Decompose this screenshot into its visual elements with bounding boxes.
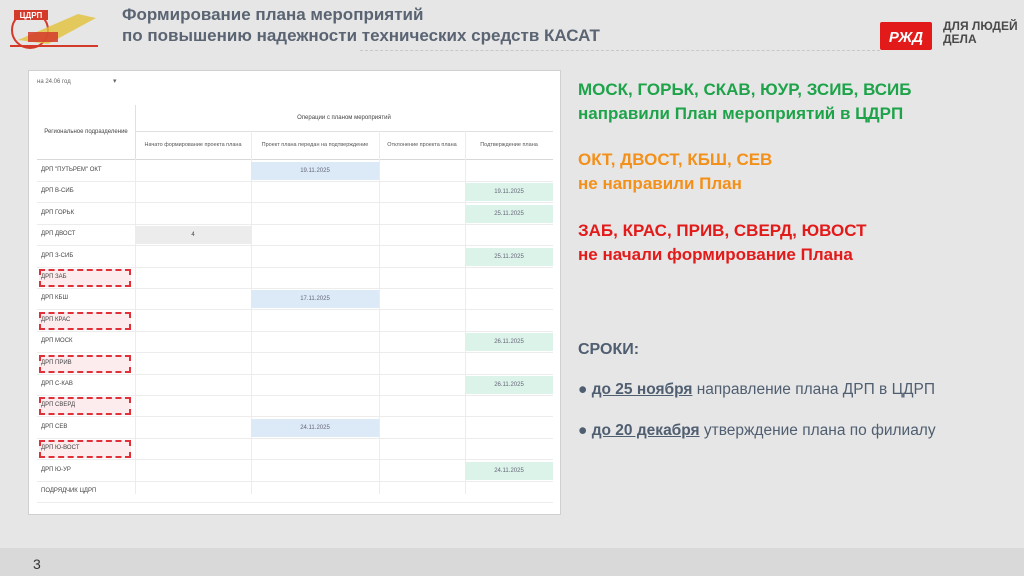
region-name: ДРП ПРИВ	[41, 359, 72, 366]
page-number: 3	[33, 556, 41, 572]
status-not-started: ЗАБ, КРАС, ПРИВ, СВЕРД, ЮВОСТ не начали …	[578, 219, 866, 267]
header-submitted: Проект плана передан на подтверждение	[251, 131, 380, 159]
region-name: ДРП З-СИБ	[41, 252, 74, 259]
table-row: ДРП СЕВ 24.11.2025	[37, 417, 553, 439]
deadline-date: до 25 ноября	[591, 381, 693, 398]
table-row: ДРП С-КАВ 26.11.2025	[37, 374, 553, 396]
brand-slogan-line-2: ДЕЛА	[943, 32, 977, 46]
deadlines-title: СРОКИ:	[578, 341, 640, 358]
deadline-date: до 20 декабря	[591, 422, 700, 439]
status-not-sent-text: не направили План	[578, 174, 742, 193]
table-row: ДРП КРАС	[37, 310, 553, 332]
region-name: ДРП ГОРЬК	[41, 209, 75, 216]
region-name: ДРП "ПУТЬРЕМ" ОКТ	[41, 167, 102, 173]
title-line-2: по повышению надежности технических сред…	[122, 26, 600, 45]
plan-status-table: на 24.06 год ▾ Региональное подразделени…	[28, 70, 561, 515]
cdrp-logo: ЦДРП	[8, 4, 100, 52]
cell-confirmed: 26.11.2025	[465, 376, 553, 394]
region-name: ДРП КРАС	[41, 316, 71, 323]
table-row: ДРП СВЕРД	[37, 395, 553, 418]
region-name: ДРП Ю-ВОСТ	[41, 445, 80, 452]
table-row: ДРП ЗАБ	[37, 267, 553, 289]
region-name: ДРП СВЕРД	[41, 402, 76, 409]
filter-label[interactable]: на 24.06 год	[37, 79, 71, 85]
header-divider	[360, 50, 880, 51]
region-name: ДРП В-СИБ	[41, 188, 74, 195]
region-name: ДРП С-КАВ	[41, 381, 73, 387]
cell-submitted: 17.11.2025	[251, 290, 379, 309]
region-name: ДРП КБШ	[41, 295, 68, 302]
status-not-started-text: не начали формирование Плана	[578, 245, 853, 264]
cdrp-logo-text: ЦДРП	[20, 11, 43, 20]
rzd-logo-icon: РЖД	[880, 22, 932, 50]
table-row: ДРП ДВОСТ 4	[37, 224, 553, 247]
footer-bar	[0, 548, 1024, 576]
title-line-1: Формирование плана мероприятий	[122, 5, 424, 24]
deadline-text: утверждение плана по филиалу	[699, 422, 936, 439]
region-name: ДРП СЕВ	[41, 423, 68, 430]
cell-confirmed: 26.11.2025	[465, 333, 553, 352]
cell-started: 4	[135, 226, 251, 245]
cell-confirmed: 25.11.2025	[465, 204, 553, 223]
region-name: ДРП ЗАБ	[41, 274, 67, 280]
page-title: Формирование плана мероприятий по повыше…	[122, 4, 600, 46]
status-sent: МОСК, ГОРЬК, СКАВ, ЮУР, ЗСИБ, ВСИБ напра…	[578, 78, 911, 126]
status-not-sent: ОКТ, ДВОСТ, КБШ, СЕВ не направили План	[578, 148, 772, 196]
table-row: ДРП "ПУТЬРЕМ" ОКТ 19.11.2025	[37, 160, 553, 182]
table-row: ДРП ГОРЬК 25.11.2025	[37, 203, 553, 225]
cell-submitted: 19.11.2025	[251, 162, 379, 180]
header-started: Начато формирование проекта плана	[135, 131, 252, 159]
table-row: ДРП МОСК 26.11.2025	[37, 331, 553, 354]
bullet-icon: ●	[578, 381, 588, 398]
rzd-logo-text: РЖД	[889, 29, 923, 46]
header-confirmed: Подтверждение плана	[480, 141, 538, 148]
region-name: ДРП Ю-УР	[41, 466, 71, 473]
status-not-sent-regions: ОКТ, ДВОСТ, КБШ, СЕВ	[578, 150, 773, 169]
table-row: ДРП ПРИВ	[37, 353, 553, 375]
table-row: ДРП КБШ 17.11.2025	[37, 288, 553, 311]
header-region: Региональное подразделение	[37, 105, 136, 159]
deadline-item: ● до 20 декабря утверждение плана по фил…	[578, 422, 936, 440]
table-row: ДРП З-СИБ 25.11.2025	[37, 246, 553, 268]
table-row: ПОДРЯДЧИК ЦДРП	[37, 481, 553, 503]
region-name: ПОДРЯДЧИК ЦДРП	[41, 488, 97, 494]
header-rejected: Отклонение проекта плана	[379, 131, 466, 159]
cell-confirmed: 19.11.2025	[465, 183, 553, 202]
deadline-item: ● до 25 ноября направление плана ДРП в Ц…	[578, 381, 935, 399]
brand-slogan: ДЛЯ ЛЮДЕЙ ДЕЛА	[943, 20, 1018, 46]
region-name: ДРП ДВОСТ	[41, 231, 76, 238]
cell-submitted: 24.11.2025	[251, 418, 379, 437]
table-row: ДРП Ю-ВОСТ	[37, 438, 553, 461]
region-name: ДРП МОСК	[41, 338, 73, 345]
table-row: ДРП В-СИБ 19.11.2025	[37, 181, 553, 204]
bullet-icon: ●	[578, 422, 588, 439]
status-sent-text: направили План мероприятий в ЦДРП	[578, 104, 904, 123]
cell-confirmed: 24.11.2025	[465, 461, 553, 480]
status-not-started-regions: ЗАБ, КРАС, ПРИВ, СВЕРД, ЮВОСТ	[578, 221, 867, 240]
table-row: ДРП Ю-УР 24.11.2025	[37, 460, 553, 482]
status-sent-regions: МОСК, ГОРЬК, СКАВ, ЮУР, ЗСИБ, ВСИБ	[578, 80, 912, 99]
cell-confirmed: 25.11.2025	[465, 247, 553, 266]
deadline-text: направление плана ДРП в ЦДРП	[692, 381, 936, 398]
chevron-down-icon[interactable]: ▾	[113, 77, 117, 85]
header-operations: Операции с планом мероприятий	[135, 105, 553, 132]
